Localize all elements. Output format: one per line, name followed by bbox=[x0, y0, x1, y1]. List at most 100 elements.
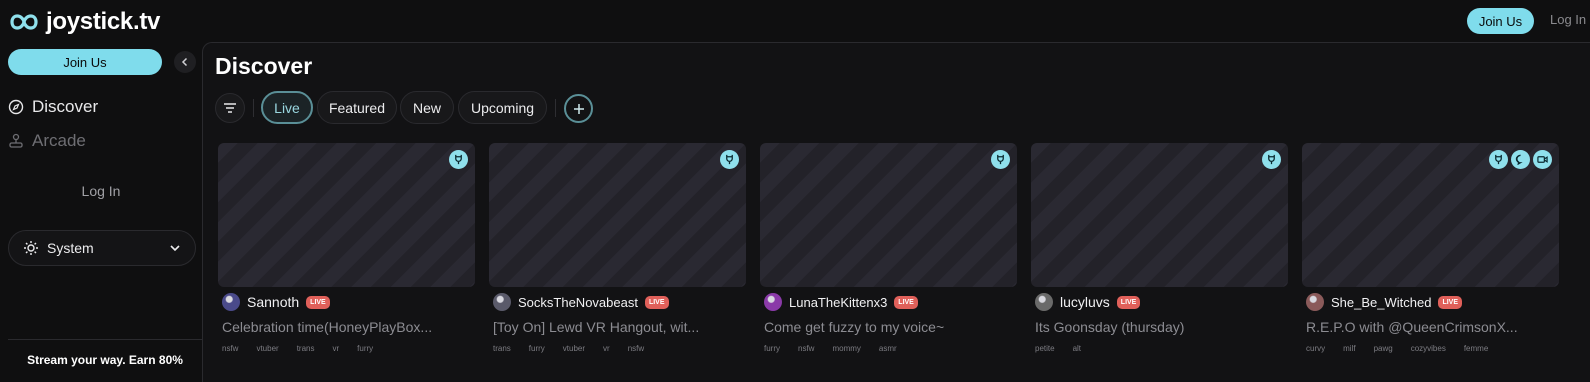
stream-thumbnail[interactable] bbox=[489, 143, 746, 287]
tag[interactable]: furry bbox=[764, 344, 780, 353]
tag[interactable]: curvy bbox=[1306, 344, 1325, 353]
tag[interactable]: alt bbox=[1073, 344, 1081, 353]
stream-badges bbox=[1262, 150, 1281, 169]
stream-thumbnail[interactable] bbox=[1031, 143, 1288, 287]
live-badge: LIVE bbox=[894, 295, 918, 309]
logo[interactable]: joystick.tv bbox=[8, 8, 160, 36]
streamer-row: LunaTheKittenx3 LIVE bbox=[764, 293, 1017, 311]
tab-upcoming[interactable]: Upcoming bbox=[458, 91, 547, 124]
tab-live[interactable]: Live bbox=[261, 91, 313, 124]
stream-card[interactable]: SocksTheNovabeast LIVE [Toy On] Lewd VR … bbox=[489, 143, 746, 353]
divider bbox=[253, 99, 254, 117]
tag-list: curvy milf pawg cozyvibes femme bbox=[1306, 344, 1559, 353]
add-filter-button[interactable] bbox=[564, 94, 593, 123]
collapse-sidebar-button[interactable] bbox=[174, 51, 196, 73]
toy-icon bbox=[1489, 150, 1508, 169]
live-badge: LIVE bbox=[306, 295, 330, 309]
streamer-name[interactable]: LunaTheKittenx3 bbox=[789, 295, 887, 310]
stream-title[interactable]: Its Goonsday (thursday) bbox=[1035, 319, 1288, 335]
stream-thumbnail[interactable] bbox=[1302, 143, 1559, 287]
stream-card[interactable]: lucyluvs LIVE Its Goonsday (thursday) pe… bbox=[1031, 143, 1288, 353]
joystick-icon bbox=[9, 133, 23, 148]
header-login-link[interactable]: Log In bbox=[1550, 12, 1586, 27]
main-content: Discover Live Featured New Upcoming Sann… bbox=[202, 42, 1590, 382]
avatar[interactable] bbox=[1306, 293, 1324, 311]
streamer-name[interactable]: She_Be_Witched bbox=[1331, 295, 1431, 310]
streamer-name[interactable]: lucyluvs bbox=[1060, 294, 1110, 310]
tag[interactable]: trans bbox=[493, 344, 511, 353]
tag[interactable]: vtuber bbox=[563, 344, 585, 353]
tag[interactable]: pawg bbox=[1374, 344, 1393, 353]
toy-icon bbox=[991, 150, 1010, 169]
sidebar-login-link[interactable]: Log In bbox=[0, 183, 202, 199]
tag[interactable]: vtuber bbox=[256, 344, 278, 353]
stream-card[interactable]: Sannoth LIVE Celebration time(HoneyPlayB… bbox=[218, 143, 475, 353]
tag[interactable]: furry bbox=[529, 344, 545, 353]
logo-icon bbox=[10, 14, 38, 30]
tag[interactable]: nsfw bbox=[798, 344, 814, 353]
tag[interactable]: vr bbox=[332, 344, 339, 353]
theme-select-value: System bbox=[47, 240, 94, 256]
tag[interactable]: nsfw bbox=[628, 344, 644, 353]
sidebar-item-discover[interactable]: Discover bbox=[8, 97, 98, 117]
top-bar: joystick.tv Join Us Log In bbox=[0, 0, 1590, 42]
live-badge: LIVE bbox=[1438, 295, 1463, 309]
sun-icon bbox=[24, 241, 38, 255]
stream-card[interactable]: LunaTheKittenx3 LIVE Come get fuzzy to m… bbox=[760, 143, 1017, 353]
tag[interactable]: trans bbox=[297, 344, 315, 353]
stream-title[interactable]: Come get fuzzy to my voice~ bbox=[764, 319, 1017, 335]
compass-icon bbox=[8, 99, 24, 115]
plus-icon bbox=[573, 103, 584, 114]
video-icon bbox=[1533, 150, 1552, 169]
tag[interactable]: femme bbox=[1464, 344, 1488, 353]
toy-icon bbox=[449, 150, 468, 169]
stream-title[interactable]: [Toy On] Lewd VR Hangout, wit... bbox=[493, 319, 746, 335]
theme-select[interactable]: System bbox=[8, 230, 196, 266]
avatar[interactable] bbox=[493, 293, 511, 311]
divider bbox=[8, 339, 202, 340]
tag[interactable]: petite bbox=[1035, 344, 1055, 353]
tag-list: nsfw vtuber trans vr furry bbox=[222, 344, 475, 353]
tab-new[interactable]: New bbox=[400, 91, 454, 124]
chevron-left-icon bbox=[181, 57, 188, 67]
tag[interactable]: milf bbox=[1343, 344, 1355, 353]
streamer-name[interactable]: Sannoth bbox=[247, 294, 299, 310]
stream-title[interactable]: R.E.P.O with @QueenCrimsonX... bbox=[1306, 319, 1559, 335]
logo-text: joystick.tv bbox=[46, 8, 161, 35]
live-badge: LIVE bbox=[644, 295, 669, 309]
tag[interactable]: mommy bbox=[832, 344, 860, 353]
stream-badges bbox=[991, 150, 1010, 169]
tag-list: petite alt bbox=[1035, 344, 1288, 353]
avatar[interactable] bbox=[222, 293, 240, 311]
stream-badges bbox=[1489, 150, 1552, 169]
stream-thumbnail[interactable] bbox=[760, 143, 1017, 287]
streamer-name[interactable]: SocksTheNovabeast bbox=[518, 295, 638, 310]
stream-title[interactable]: Celebration time(HoneyPlayBox... bbox=[222, 319, 475, 335]
sidebar-item-label: Arcade bbox=[32, 131, 86, 150]
stream-thumbnail[interactable] bbox=[218, 143, 475, 287]
tab-featured[interactable]: Featured bbox=[317, 91, 397, 124]
avatar[interactable] bbox=[764, 293, 782, 311]
toy-icon bbox=[1262, 150, 1281, 169]
filter-button[interactable] bbox=[215, 93, 245, 123]
stream-card[interactable]: She_Be_Witched LIVE R.E.P.O with @QueenC… bbox=[1302, 143, 1559, 353]
tag[interactable]: nsfw bbox=[222, 344, 238, 353]
live-badge: LIVE bbox=[1116, 295, 1141, 309]
sidebar-item-label: Discover bbox=[32, 97, 99, 116]
streamer-row: Sannoth LIVE bbox=[222, 293, 475, 311]
tag[interactable]: vr bbox=[603, 344, 610, 353]
sidebar-item-arcade[interactable]: Arcade bbox=[8, 131, 86, 151]
header-join-button[interactable]: Join Us bbox=[1467, 8, 1534, 34]
tag[interactable]: cozyvibes bbox=[1411, 344, 1446, 353]
sidebar-join-button[interactable]: Join Us bbox=[8, 49, 162, 75]
streamer-row: SocksTheNovabeast LIVE bbox=[493, 293, 746, 311]
divider bbox=[555, 99, 556, 117]
page-title: Discover bbox=[215, 53, 313, 79]
avatar[interactable] bbox=[1035, 293, 1053, 311]
toy-icon bbox=[720, 150, 739, 169]
filter-icon bbox=[224, 103, 236, 113]
tag[interactable]: asmr bbox=[879, 344, 897, 353]
streamer-row: lucyluvs LIVE bbox=[1035, 293, 1288, 311]
chevron-down-icon bbox=[170, 245, 180, 252]
tag[interactable]: furry bbox=[357, 344, 373, 353]
